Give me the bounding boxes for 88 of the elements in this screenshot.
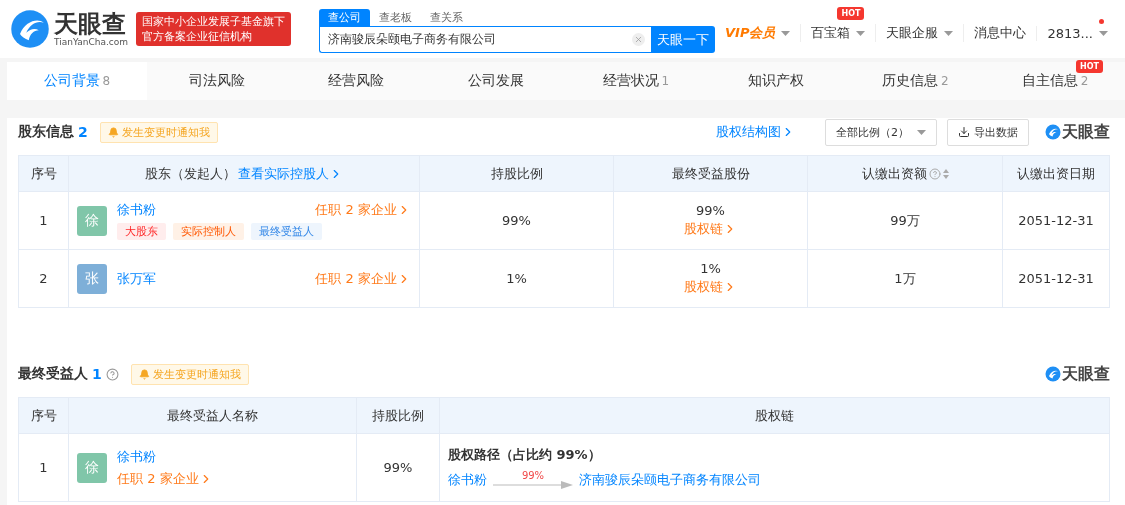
section-title: 股东信息 [18, 123, 74, 141]
section-tab[interactable]: 历史信息 2 [845, 62, 986, 100]
sort-icon[interactable] [942, 168, 949, 179]
search-input[interactable]: 济南骏辰朵颐电子商务有限公司 [326, 31, 632, 48]
row-index: 1 [39, 460, 48, 475]
share-ratio: 1% [506, 271, 527, 286]
help-icon[interactable] [105, 367, 119, 381]
logo-icon [1045, 124, 1061, 140]
section-count: 2 [78, 124, 88, 140]
nav-link[interactable]: 2813... [1047, 25, 1093, 41]
row-index: 1 [39, 213, 48, 228]
subscription-date: 2051-12-31 [1018, 271, 1094, 286]
notify-button[interactable]: 发生变更时通知我 [99, 121, 218, 143]
section-title: 最终受益人 [18, 365, 88, 383]
column-header: 股东（发起人） [145, 164, 236, 183]
controller-link[interactable]: 查看实际控股人 [238, 164, 343, 183]
search-field[interactable]: 济南骏辰朵颐电子商务有限公司 [319, 26, 651, 53]
search-tab[interactable]: 查关系 [421, 9, 472, 26]
subscribed-amount: 1万 [894, 270, 916, 286]
nav-link[interactable]: 天眼企服 [886, 24, 939, 42]
clear-icon[interactable] [632, 33, 645, 46]
column-header: 最终受益股份 [671, 164, 750, 183]
subscription-date: 2051-12-31 [1018, 213, 1094, 228]
beneficiary-name[interactable]: 徐书粉 [117, 447, 348, 466]
hot-badge: HOT [1076, 60, 1103, 73]
column-header: 序号 [30, 407, 57, 423]
banner: 国家中小企业发展子基金旗下 官方备案企业征信机构 [136, 12, 291, 46]
brand-name: 天眼查 [1062, 363, 1110, 385]
structure-link[interactable]: 股权结构图 [716, 123, 795, 141]
role-tag: 大股东 [117, 223, 166, 240]
positions-link[interactable]: 任职 2 家企业 [315, 201, 411, 219]
column-header: 认缴出资日期 [1017, 164, 1095, 183]
avatar: 徐 [77, 452, 107, 483]
section-tab[interactable]: 知识产权 [705, 62, 846, 100]
column-header: 最终受益人名称 [167, 407, 258, 423]
avatar: 徐 [77, 205, 107, 236]
share-ratio: 99% [383, 460, 413, 475]
path-title: 股权路径（占比约 99%） [448, 446, 602, 464]
logo-name: 天眼查 [54, 11, 127, 37]
nav-link[interactable]: VIP会员 [725, 24, 776, 42]
section-tab[interactable]: 公司背景 8 [7, 62, 147, 100]
brand-name: 天眼查 [1062, 121, 1110, 143]
final-share: 1% [700, 261, 721, 276]
column-header: 认缴出资额 [861, 164, 927, 183]
logo-icon [10, 9, 50, 49]
bell-icon [107, 126, 119, 138]
avatar: 张 [77, 263, 107, 294]
notify-button[interactable]: 发生变更时通知我 [130, 363, 249, 385]
column-header: 持股比例 [490, 164, 543, 183]
section-count: 1 [92, 366, 102, 382]
role-tag: 实际控制人 [173, 223, 244, 240]
shareholder-name[interactable]: 徐书粉 [117, 201, 156, 219]
logo-domain: TianYanCha.com [54, 37, 128, 47]
arrow-icon [493, 481, 573, 489]
chain-link[interactable]: 股权链 [684, 278, 737, 296]
hot-badge: HOT [837, 7, 865, 20]
holder-link[interactable]: 徐书粉 [448, 470, 487, 489]
row-index: 2 [39, 271, 48, 286]
logo-icon [1045, 366, 1061, 382]
final-share: 99% [696, 203, 725, 218]
positions-link[interactable]: 任职 2 家企业 [117, 469, 348, 488]
company-link[interactable]: 济南骏辰朵颐电子商务有限公司 [579, 470, 761, 489]
section-tab[interactable]: 经营状况 1 [566, 62, 706, 100]
column-header: 股权链 [755, 407, 794, 423]
subscribed-amount: 99万 [890, 212, 920, 228]
caret-icon [917, 129, 926, 135]
download-icon [958, 126, 970, 138]
export-button[interactable]: 导出数据 [947, 118, 1029, 146]
section-tab[interactable]: 经营风险 [286, 62, 427, 100]
help-icon[interactable] [928, 167, 941, 180]
bell-icon [138, 368, 150, 380]
section-tab[interactable]: 公司发展 [426, 62, 566, 100]
column-header: 持股比例 [372, 407, 424, 423]
section-tab[interactable]: 自主信息 2 HOT [985, 62, 1125, 100]
section-tab[interactable]: 司法风险 [146, 62, 287, 100]
role-tag: 最终受益人 [251, 223, 322, 240]
search-button[interactable]: 天眼一下 [651, 26, 715, 53]
search-tab[interactable]: 查公司 [319, 9, 370, 26]
nav-link[interactable]: 百宝箱 [811, 24, 851, 42]
percent-label: 99% [521, 470, 545, 481]
share-ratio: 99% [502, 213, 531, 228]
shareholder-name[interactable]: 张万军 [117, 269, 156, 288]
positions-link[interactable]: 任职 2 家企业 [315, 269, 411, 288]
search-tab[interactable]: 查老板 [370, 9, 421, 26]
filter-dropdown[interactable]: 全部比例（2） [825, 118, 937, 146]
nav-link[interactable]: 消息中心 [974, 24, 1027, 42]
chain-link[interactable]: 股权链 [684, 220, 737, 238]
column-header: 序号 [30, 164, 57, 183]
